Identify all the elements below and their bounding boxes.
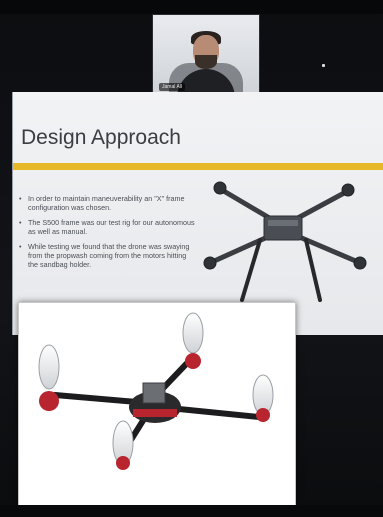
slide-bullet-list: In order to maintain maneuverability an … <box>13 194 197 275</box>
participant-name-tag: Jamal All <box>159 83 186 91</box>
slide-accent-bar <box>13 163 383 170</box>
monitor-bezel <box>0 0 383 14</box>
bullet-item: While testing we found that the drone wa… <box>19 242 197 269</box>
mouse-cursor <box>322 64 325 67</box>
bullet-item: The S500 frame was our test rig for our … <box>19 218 197 236</box>
drone-cad-render <box>18 302 296 511</box>
participant-video-tile[interactable]: Jamal All <box>152 14 260 96</box>
slide-title: Design Approach <box>21 126 181 149</box>
monitor-bottom-edge <box>0 505 383 517</box>
bullet-item: In order to maintain maneuverability an … <box>19 194 197 212</box>
cad-drawing <box>38 312 274 470</box>
drone-frame-photo <box>203 181 367 302</box>
photographed-monitor: Jamal All Design Approach In order to ma… <box>0 0 383 517</box>
person-beard <box>195 55 217 69</box>
